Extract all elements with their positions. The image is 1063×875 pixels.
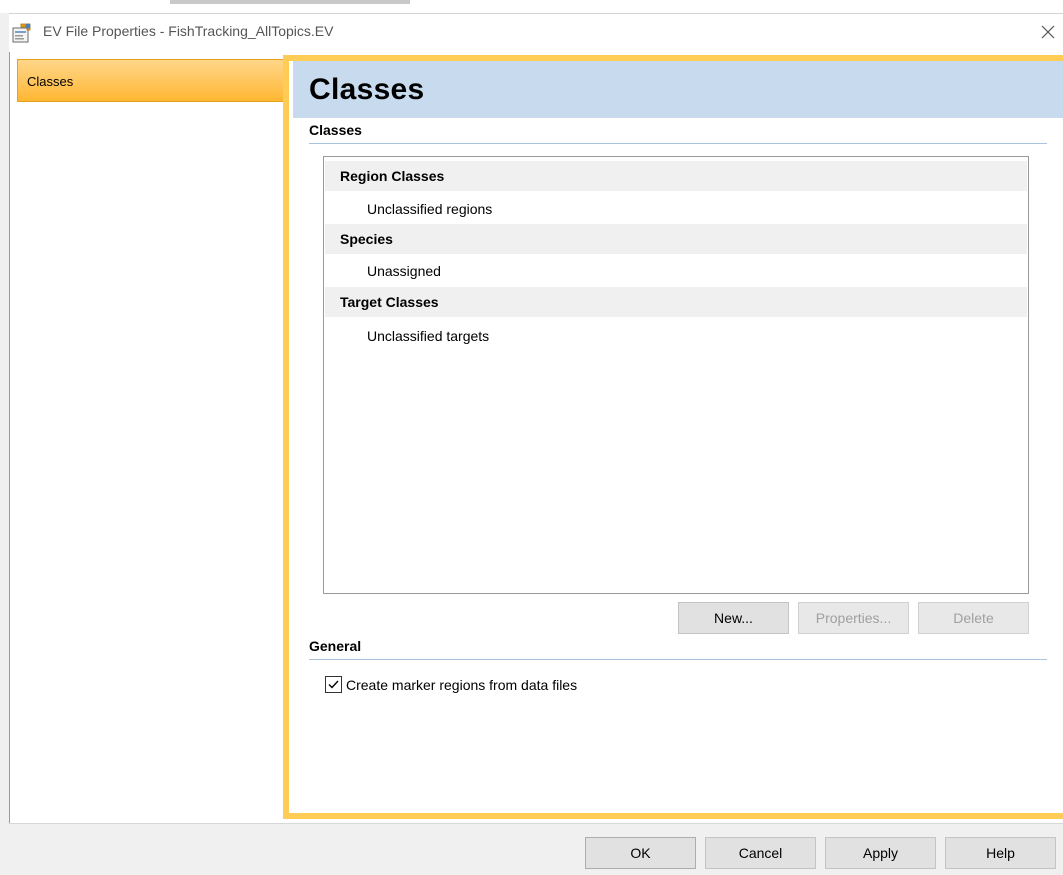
list-item-unassigned[interactable]: Unassigned bbox=[367, 263, 441, 279]
classes-section-divider bbox=[309, 143, 1047, 144]
create-marker-regions-label[interactable]: Create marker regions from data files bbox=[346, 677, 577, 693]
properties-dialog: EV File Properties - FishTracking_AllTop… bbox=[0, 0, 1063, 875]
create-marker-regions-checkbox[interactable] bbox=[325, 676, 342, 693]
page-header: Classes bbox=[293, 61, 1063, 118]
properties-app-icon bbox=[11, 22, 33, 44]
background-strip bbox=[0, 0, 1063, 13]
cancel-button[interactable]: Cancel bbox=[705, 837, 816, 869]
title-bar[interactable]: EV File Properties - FishTracking_AllTop… bbox=[9, 13, 1063, 52]
delete-class-button[interactable]: Delete bbox=[918, 602, 1029, 634]
nav-item-label: Classes bbox=[27, 74, 74, 89]
window-title: EV File Properties - FishTracking_AllTop… bbox=[43, 23, 334, 39]
list-item-unclassified-regions[interactable]: Unclassified regions bbox=[367, 201, 492, 217]
background-bar bbox=[170, 0, 410, 4]
classes-section-heading: Classes bbox=[309, 122, 362, 138]
new-class-button[interactable]: New... bbox=[678, 602, 789, 634]
help-button[interactable]: Help bbox=[945, 837, 1056, 869]
group-header-region-classes: Region Classes bbox=[325, 161, 1027, 191]
apply-button[interactable]: Apply bbox=[825, 837, 936, 869]
general-section-divider bbox=[309, 659, 1047, 660]
nav-item-classes[interactable]: Classes bbox=[17, 59, 288, 102]
close-icon[interactable] bbox=[1037, 21, 1059, 43]
ok-button[interactable]: OK bbox=[585, 837, 696, 869]
group-header-label: Target Classes bbox=[340, 294, 439, 310]
group-header-species: Species bbox=[325, 224, 1027, 254]
classes-list[interactable]: Region Classes Unclassified regions Spec… bbox=[323, 156, 1029, 594]
navigation-pane: Classes bbox=[10, 52, 288, 823]
list-item-unclassified-targets[interactable]: Unclassified targets bbox=[367, 328, 489, 344]
checkmark-icon bbox=[328, 680, 339, 689]
group-header-label: Region Classes bbox=[340, 168, 445, 184]
page-title: Classes bbox=[309, 73, 425, 106]
group-header-label: Species bbox=[340, 231, 393, 247]
class-properties-button[interactable]: Properties... bbox=[798, 602, 909, 634]
general-section-heading: General bbox=[309, 638, 362, 654]
group-header-target-classes: Target Classes bbox=[325, 287, 1027, 317]
